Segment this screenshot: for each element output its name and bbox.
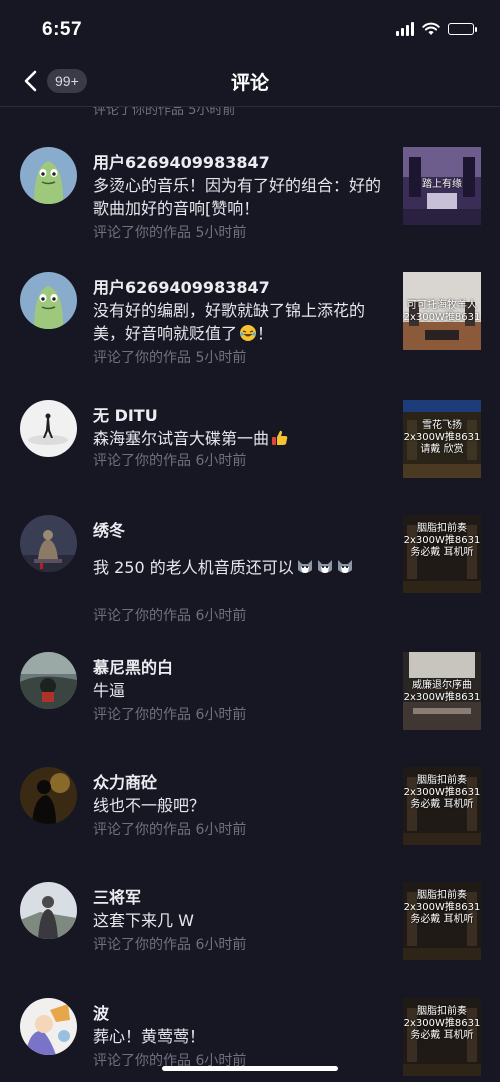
wifi-icon — [422, 22, 440, 35]
video-thumbnail[interactable]: 可可托海牧羊人 2x300W推8631 — [403, 272, 481, 350]
comment-text: 多烫心的音乐！因为有了好的组合：好的歌曲加好的音响[赞响！ — [93, 176, 382, 218]
comment-text-tail: ！ — [257, 324, 274, 343]
person-outdoors-avatar-icon — [20, 882, 77, 939]
buddha-statue-avatar-icon — [20, 515, 77, 572]
home-indicator[interactable] — [162, 1066, 338, 1071]
status-icons — [396, 22, 477, 36]
comment-meta: 评论了你的作品 5小时前 — [93, 225, 247, 241]
comment-list[interactable]: 评论了你的作品 5小时前 用户6269409983847 多烫心的音乐！因为有了… — [0, 107, 500, 1082]
thumbnail-caption: 踏上有缘 — [422, 179, 462, 190]
comment-text: 我 250 的老人机音质还可以 — [93, 558, 294, 577]
comment-author[interactable]: 无 DITU — [93, 402, 158, 426]
cartoon-art-avatar-icon — [20, 998, 77, 1055]
comment-text-wrapper: 森海塞尔试音大碟第一曲 — [93, 427, 388, 450]
comment-text: 没有好的编剧，好歌就缺了锦上添花的美，好音响就贬值了 — [93, 301, 366, 343]
video-thumbnail[interactable]: 胭脂扣前奏 2x300W推8631 务必戴 耳机听 — [403, 515, 481, 593]
video-thumbnail[interactable]: 踏上有缘 — [403, 147, 481, 225]
dark-landscape-avatar-icon — [20, 652, 77, 709]
husky-emoji-icon — [317, 560, 332, 573]
comment-meta: 评论了你的作品 6小时前 — [93, 937, 247, 953]
partial-comment-meta: 评论了你的作品 5小时前 — [93, 107, 236, 118]
comment-meta: 评论了你的作品 5小时前 — [93, 350, 247, 366]
comment-author[interactable]: 绣冬 — [93, 517, 125, 541]
thumbnail-caption: 雪花飞扬 2x300W推8631 请戴 欣赏 — [403, 420, 481, 455]
comment-author[interactable]: 用户6269409983847 — [93, 149, 270, 173]
avatar[interactable] — [20, 998, 77, 1055]
green-cartoon-avatar-icon — [20, 147, 77, 204]
comment-text-wrapper: 我 250 的老人机音质还可以 — [93, 556, 388, 579]
green-cartoon-avatar-icon — [20, 272, 77, 329]
silhouette-avatar-icon — [20, 400, 77, 457]
comment-text: 葬心！黄莺莺！ — [93, 1027, 206, 1046]
avatar[interactable] — [20, 400, 77, 457]
status-time: 6:57 — [42, 19, 83, 40]
husky-emoji-icon — [337, 560, 352, 573]
nav-header: 99+ 评论 — [0, 58, 500, 107]
page-title: 评论 — [230, 72, 269, 94]
video-thumbnail[interactable]: 胭脂扣前奏 2x300W推8631 务必戴 耳机听 — [403, 882, 481, 960]
video-thumbnail[interactable]: 雪花飞扬 2x300W推8631 请戴 欣赏 — [403, 400, 481, 478]
video-thumbnail[interactable]: 威廉退尔序曲 2x300W推8631 — [403, 652, 481, 730]
comment-meta: 评论了你的作品 6小时前 — [93, 453, 247, 469]
comment-author[interactable]: 波 — [93, 1000, 109, 1024]
comment-author[interactable]: 众力商砼 — [93, 769, 157, 793]
avatar[interactable] — [20, 147, 77, 204]
video-thumbnail[interactable]: 胭脂扣前奏 2x300W推8631 务必戴 耳机听 — [403, 767, 481, 845]
comment-meta: 评论了你的作品 6小时前 — [93, 608, 247, 624]
thumbs-up-emoji-icon — [272, 430, 288, 445]
status-bar: 6:57 — [0, 0, 500, 58]
thumbnail-caption: 威廉退尔序曲 2x300W推8631 — [403, 680, 481, 703]
avatar[interactable] — [20, 515, 77, 572]
thumbnail-caption: 胭脂扣前奏 2x300W推8631 务必戴 耳机听 — [403, 775, 481, 810]
comment-meta: 评论了你的作品 6小时前 — [93, 707, 247, 723]
comment-author[interactable]: 慕尼黑的白 — [93, 654, 173, 678]
husky-emoji-icon — [297, 560, 312, 573]
battery-icon — [448, 23, 477, 35]
comment-text: 森海塞尔试音大碟第一曲 — [93, 429, 270, 448]
laughing-tears-emoji-icon — [240, 325, 257, 341]
comment-text: 这套下来几 W — [93, 911, 194, 930]
comment-text: 线也不一般吧？ — [93, 796, 206, 815]
avatar[interactable] — [20, 272, 77, 329]
comment-meta: 评论了你的作品 6小时前 — [93, 822, 247, 838]
comment-author[interactable]: 用户6269409983847 — [93, 274, 270, 298]
comment-author[interactable]: 三将军 — [93, 884, 141, 908]
comment-text-wrapper: 没有好的编剧，好歌就缺了锦上添花的美，好音响就贬值了！ — [93, 299, 388, 345]
comment-text: 牛逼 — [93, 681, 126, 700]
dark-portrait-avatar-icon — [20, 767, 77, 824]
avatar[interactable] — [20, 652, 77, 709]
thumbnail-caption: 胭脂扣前奏 2x300W推8631 务必戴 耳机听 — [403, 523, 481, 558]
avatar[interactable] — [20, 882, 77, 939]
cellular-signal-icon — [396, 22, 414, 36]
thumbnail-caption: 可可托海牧羊人 2x300W推8631 — [403, 300, 481, 323]
video-thumbnail[interactable]: 胭脂扣前奏 2x300W推8631 务必戴 耳机听 — [403, 998, 481, 1076]
thumbnail-caption: 胭脂扣前奏 2x300W推8631 务必戴 耳机听 — [403, 1006, 481, 1041]
avatar[interactable] — [20, 767, 77, 824]
thumbnail-caption: 胭脂扣前奏 2x300W推8631 务必戴 耳机听 — [403, 890, 481, 925]
